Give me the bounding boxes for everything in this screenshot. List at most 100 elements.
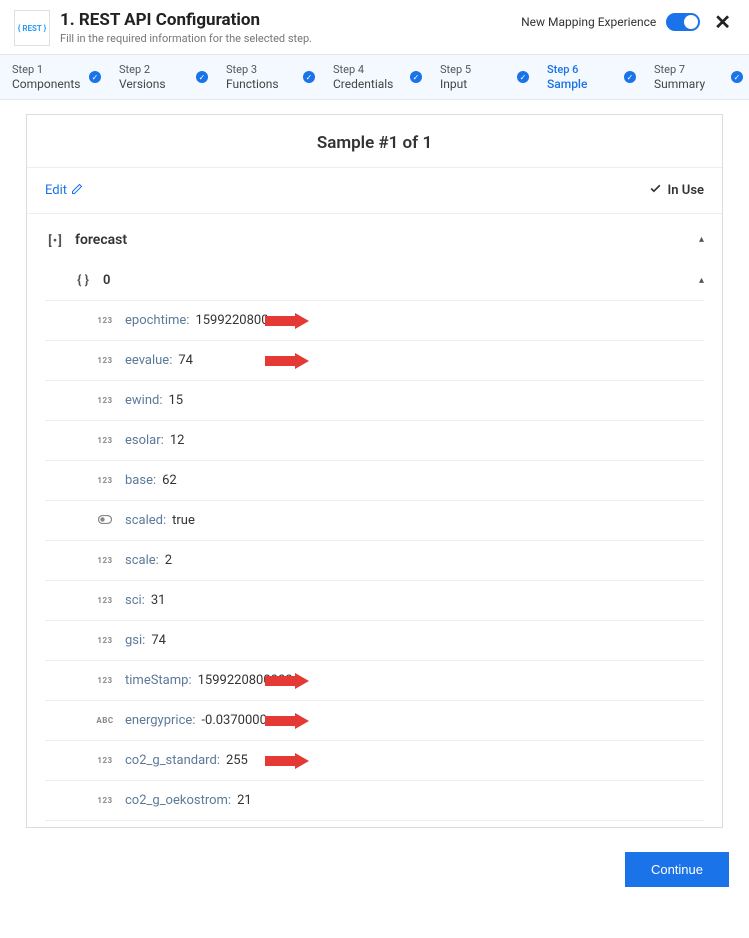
json-tree: [･] forecast ▴ { } 0 ▴ 123epochtime:1599… — [27, 214, 722, 827]
card-toolbar: Edit In Use — [27, 168, 722, 214]
continue-button[interactable]: Continue — [625, 852, 729, 887]
main-content: Sample #1 of 1 Edit In Use [･] forecast … — [0, 100, 749, 838]
inuse-label: In Use — [668, 183, 704, 198]
field-value: 74 — [178, 353, 193, 368]
field-key: energyprice: — [125, 713, 195, 728]
header-right: New Mapping Experience ✕ — [521, 10, 735, 34]
step-7[interactable]: Step 7Summary✓ — [642, 55, 749, 99]
step-name: Sample — [547, 77, 632, 91]
field-key: timeStamp: — [125, 673, 192, 688]
tree-index-0[interactable]: { } 0 ▴ — [45, 261, 704, 301]
page-subtitle: Fill in the required information for the… — [60, 32, 521, 45]
field-row[interactable]: 123co2_g_oekostrom:21 — [45, 781, 704, 821]
field-row[interactable]: 123co2_g_standard:255 — [45, 741, 704, 781]
field-row[interactable]: ABC energyprice: -0.0370000 — [45, 701, 704, 741]
field-value: 2 — [165, 553, 172, 568]
annotation-arrow-icon — [265, 313, 309, 329]
number-type-icon: 123 — [95, 796, 115, 805]
number-type-icon: 123 — [95, 556, 115, 565]
step-check-icon: ✓ — [89, 71, 101, 83]
step-name: Summary — [654, 77, 739, 91]
field-key: sci: — [125, 593, 145, 608]
number-type-icon: 123 — [95, 436, 115, 445]
step-check-icon: ✓ — [410, 71, 422, 83]
field-row[interactable]: 123 ewind: 15 — [45, 381, 704, 421]
step-name: Credentials — [333, 77, 418, 91]
step-num: Step 7 — [654, 63, 739, 76]
field-value: 74 — [151, 633, 166, 648]
field-row[interactable]: 123 gsi: 74 — [45, 621, 704, 661]
header-text-block: 1. REST API Configuration Fill in the re… — [60, 10, 521, 45]
annotation-arrow-icon — [265, 673, 309, 689]
number-type-icon: 123 — [95, 476, 115, 485]
number-type-icon: 123 — [95, 396, 115, 405]
inuse-badge: In Use — [649, 182, 704, 199]
step-num: Step 2 — [119, 63, 204, 76]
field-key: gsi: — [125, 633, 145, 648]
field-row[interactable]: 123 sci: 31 — [45, 581, 704, 621]
step-check-icon: ✓ — [624, 71, 636, 83]
step-check-icon: ✓ — [517, 71, 529, 83]
root-label: forecast — [75, 232, 127, 248]
step-check-icon: ✓ — [303, 71, 315, 83]
field-key: ewind: — [125, 393, 162, 408]
field-key: scale: — [125, 553, 159, 568]
field-row[interactable]: 123 scale: 2 — [45, 541, 704, 581]
step-3[interactable]: Step 3Functions✓ — [214, 55, 321, 99]
step-num: Step 3 — [226, 63, 311, 76]
field-row[interactable]: 123 eevalue: 74 — [45, 341, 704, 381]
close-button[interactable]: ✕ — [710, 10, 735, 34]
string-type-icon: ABC — [95, 716, 115, 725]
step-num: Step 4 — [333, 63, 418, 76]
annotation-arrow-icon — [265, 753, 309, 769]
step-1[interactable]: Step 1Components✓ — [0, 55, 107, 99]
page-title: 1. REST API Configuration — [60, 10, 521, 30]
step-4[interactable]: Step 4Credentials✓ — [321, 55, 428, 99]
field-key: base: — [125, 473, 156, 488]
field-value: 255 — [226, 753, 248, 768]
field-value: 21 — [237, 793, 252, 808]
field-row[interactable]: scaled: true — [45, 501, 704, 541]
field-key: epochtime: — [125, 313, 189, 328]
number-type-icon: 123 — [95, 676, 115, 685]
number-type-icon: 123 — [95, 596, 115, 605]
field-row[interactable]: 123timeStamp:1599220800000 — [45, 661, 704, 701]
field-key: co2_g_standard: — [125, 753, 220, 768]
step-check-icon: ✓ — [196, 71, 208, 83]
number-type-icon: 123 — [95, 316, 115, 325]
edit-label: Edit — [45, 183, 67, 198]
field-key: scaled: — [125, 513, 166, 528]
step-2[interactable]: Step 2Versions✓ — [107, 55, 214, 99]
number-type-icon: 123 — [95, 636, 115, 645]
step-name: Components — [12, 77, 97, 91]
nme-label: New Mapping Experience — [521, 15, 656, 29]
annotation-arrow-icon — [265, 353, 309, 369]
field-row[interactable]: 123 base: 62 — [45, 461, 704, 501]
field-value: 31 — [151, 593, 166, 608]
step-num: Step 1 — [12, 63, 97, 76]
field-key: esolar: — [125, 433, 164, 448]
field-row[interactable]: 123epochtime:1599220800 — [45, 301, 704, 341]
pencil-icon — [71, 183, 83, 199]
chevron-up-icon: ▴ — [699, 275, 704, 286]
step-6[interactable]: Step 6Sample✓ — [535, 55, 642, 99]
step-5[interactable]: Step 5Input✓ — [428, 55, 535, 99]
number-type-icon: 123 — [95, 356, 115, 365]
edit-button[interactable]: Edit — [45, 183, 83, 199]
check-icon — [649, 182, 662, 199]
field-value: true — [172, 513, 195, 528]
nme-toggle[interactable] — [666, 13, 700, 31]
field-key: eevalue: — [125, 353, 172, 368]
step-name: Versions — [119, 77, 204, 91]
object-icon: { } — [73, 273, 93, 288]
field-row[interactable]: 123esolar:12 — [45, 421, 704, 461]
boolean-type-icon — [95, 515, 115, 526]
step-num: Step 5 — [440, 63, 525, 76]
sample-title: Sample #1 of 1 — [27, 115, 722, 168]
field-value: -0.0370000 — [201, 713, 266, 728]
field-value: 62 — [162, 473, 177, 488]
tree-root-forecast[interactable]: [･] forecast ▴ — [45, 214, 704, 261]
step-check-icon: ✓ — [731, 71, 743, 83]
page-header: { REST } 1. REST API Configuration Fill … — [0, 0, 749, 55]
field-value: 15 — [168, 393, 183, 408]
